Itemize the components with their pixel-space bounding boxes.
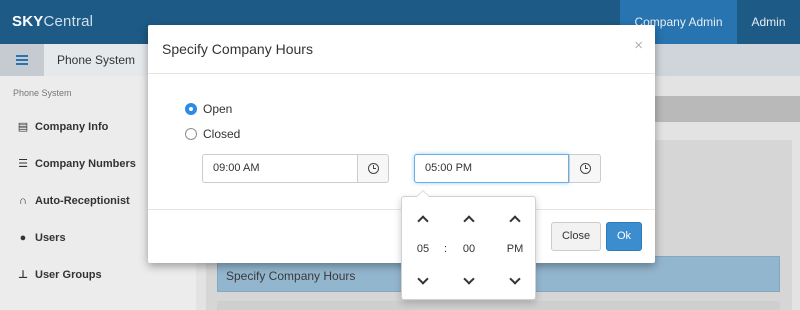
sidebar-item-users[interactable]: ● Users bbox=[16, 229, 66, 247]
meridian-toggle-up-icon[interactable] bbox=[509, 214, 521, 224]
users-icon: ● bbox=[19, 232, 27, 244]
close-icon[interactable]: × bbox=[634, 38, 643, 53]
brand-logo[interactable]: SKYCentral bbox=[12, 13, 93, 30]
accordion-title: Specify Company Hours bbox=[226, 269, 356, 283]
hour-decrement-icon[interactable] bbox=[417, 276, 429, 286]
content-row bbox=[217, 301, 780, 310]
minute-increment-icon[interactable] bbox=[463, 214, 475, 224]
start-time-group: 09:00 AM bbox=[202, 154, 389, 183]
time-separator: : bbox=[444, 243, 448, 255]
radio-closed[interactable]: Closed bbox=[185, 126, 240, 142]
meridian-toggle-down-icon[interactable] bbox=[509, 276, 521, 286]
sidebar-item-company-numbers[interactable]: ☰ Company Numbers bbox=[16, 155, 136, 173]
minute-decrement-icon[interactable] bbox=[463, 276, 475, 286]
hamburger-icon bbox=[16, 55, 28, 67]
sidebar-item-company-info[interactable]: ▤ Company Info bbox=[16, 118, 109, 136]
close-button[interactable]: Close bbox=[551, 222, 601, 251]
radio-unchecked-icon[interactable] bbox=[185, 127, 197, 140]
id-card-icon: ▤ bbox=[17, 121, 29, 133]
clock-icon bbox=[580, 163, 591, 174]
list-icon: ☰ bbox=[18, 158, 28, 170]
start-time-input[interactable]: 09:00 AM bbox=[202, 154, 357, 183]
clock-icon bbox=[368, 163, 379, 174]
start-time-clock-button[interactable] bbox=[357, 154, 389, 183]
ok-button[interactable]: Ok bbox=[606, 222, 642, 251]
end-time-input[interactable]: 05:00 PM bbox=[414, 154, 569, 183]
sidebar-item-user-groups[interactable]: ⊥ User Groups bbox=[16, 266, 102, 284]
content-header-bar bbox=[655, 96, 800, 122]
radio-open[interactable]: Open bbox=[185, 101, 232, 117]
hour-increment-icon[interactable] bbox=[417, 214, 429, 224]
end-time-clock-button[interactable] bbox=[569, 154, 601, 183]
tab-phone-system[interactable]: Phone System bbox=[44, 44, 148, 76]
headphones-icon: ∩ bbox=[19, 195, 27, 207]
admin-menu[interactable]: Admin bbox=[737, 0, 800, 69]
sidebar-caption: Phone System bbox=[13, 88, 72, 98]
minute-value[interactable]: 00 bbox=[454, 243, 484, 255]
dialog-header: Specify Company Hours × bbox=[148, 25, 655, 74]
sitemap-icon: ⊥ bbox=[17, 269, 29, 281]
dialog-title: Specify Company Hours bbox=[162, 41, 313, 57]
meridian-value[interactable]: PM bbox=[500, 243, 530, 255]
radio-checked-icon[interactable] bbox=[185, 102, 197, 115]
time-picker-dropdown: 05 : 00 PM bbox=[401, 190, 536, 300]
hour-value[interactable]: 05 bbox=[408, 243, 438, 255]
sidebar-item-auto-receptionist[interactable]: ∩ Auto-Receptionist bbox=[16, 192, 130, 210]
end-time-group: 05:00 PM bbox=[414, 154, 601, 183]
